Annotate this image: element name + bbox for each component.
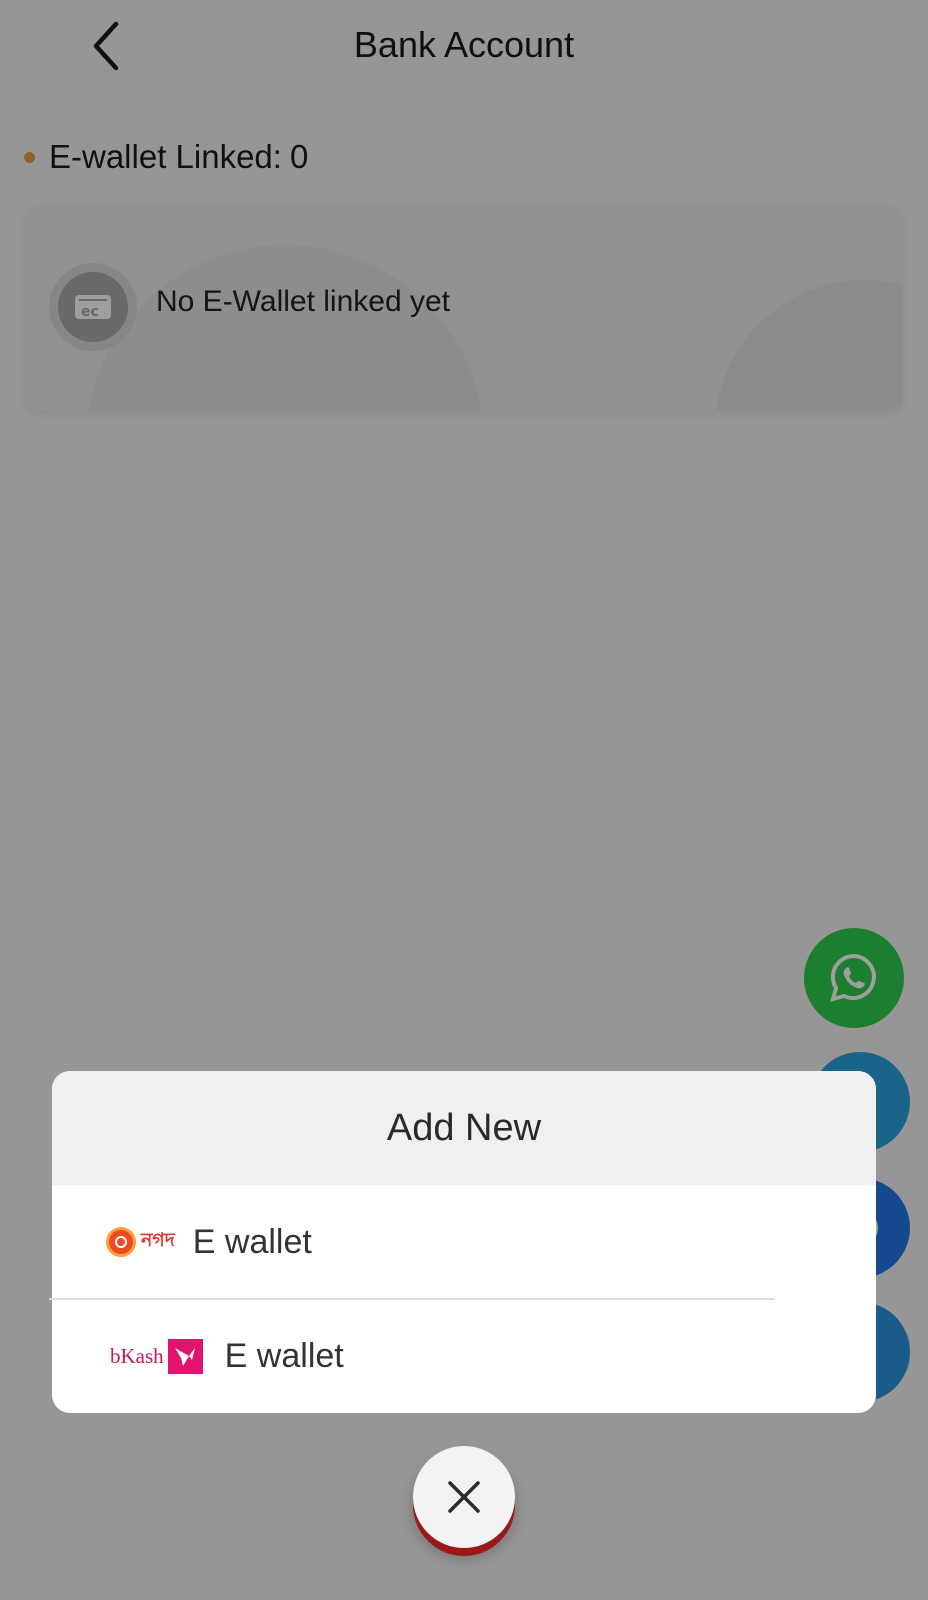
option-divider <box>49 1298 775 1300</box>
close-icon <box>448 1481 480 1513</box>
nagad-logo: নগদ <box>106 1226 175 1258</box>
option-nagad-ewallet[interactable]: নগদ E wallet <box>52 1185 876 1299</box>
bkash-bird-icon <box>167 1338 203 1374</box>
sheet-header: Add New <box>52 1071 876 1185</box>
bkash-logo-text: bKash <box>110 1343 164 1368</box>
add-new-sheet: Add New নগদ E wallet bKash E wallet <box>52 1071 876 1413</box>
bkash-logo: bKash <box>110 1338 203 1374</box>
option-bkash-ewallet[interactable]: bKash E wallet <box>52 1299 876 1413</box>
close-button[interactable] <box>413 1446 515 1548</box>
nagad-logo-text: নগদ <box>141 1229 175 1251</box>
sheet-title: Add New <box>386 1106 542 1149</box>
option-label: E wallet <box>192 1222 312 1261</box>
option-label: E wallet <box>224 1336 344 1375</box>
nagad-mark-icon <box>106 1227 136 1257</box>
